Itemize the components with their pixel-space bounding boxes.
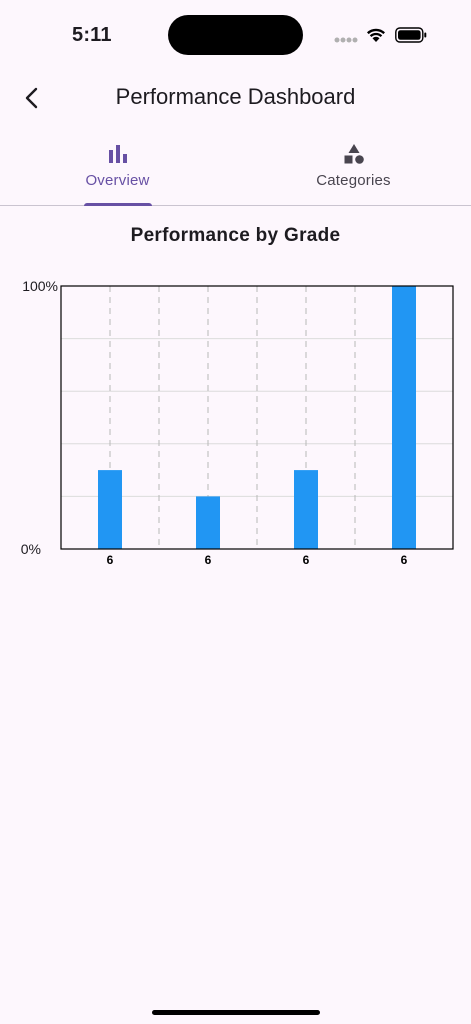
status-time: 5:11	[72, 24, 112, 46]
bar-3	[294, 470, 318, 549]
tab-categories-label: Categories	[316, 172, 391, 189]
dynamic-island	[168, 15, 303, 55]
y-tick-label-min: 0%	[21, 541, 41, 557]
tab-bar: Overview Categories	[0, 132, 471, 206]
tab-overview-label: Overview	[85, 172, 150, 189]
bar-chart: 6 6 6 6 100% 0%	[21, 278, 454, 567]
home-indicator	[152, 1010, 320, 1015]
x-tick-label: 6	[303, 553, 310, 567]
x-tick-label: 6	[205, 553, 212, 567]
bar-1	[98, 470, 122, 549]
wifi-icon	[367, 28, 385, 42]
bar-chart-icon	[108, 145, 127, 163]
status-bar: 5:11	[0, 0, 471, 70]
cellular-signal-icon	[334, 37, 358, 43]
battery-icon	[395, 27, 427, 43]
x-tick-label: 6	[107, 553, 114, 567]
y-tick-label-max: 100%	[22, 278, 58, 294]
category-shapes-icon	[344, 144, 364, 164]
bar-2	[196, 496, 220, 549]
bar-4	[392, 286, 416, 549]
x-tick-label: 6	[401, 553, 408, 567]
app-bar: Performance Dashboard	[0, 70, 471, 126]
chart-title: Performance by Grade	[130, 225, 341, 246]
tab-indicator	[84, 203, 152, 206]
page-title: Performance Dashboard	[115, 84, 356, 109]
tab-overview[interactable]: Overview	[0, 132, 235, 205]
tab-categories[interactable]: Categories	[236, 132, 471, 205]
